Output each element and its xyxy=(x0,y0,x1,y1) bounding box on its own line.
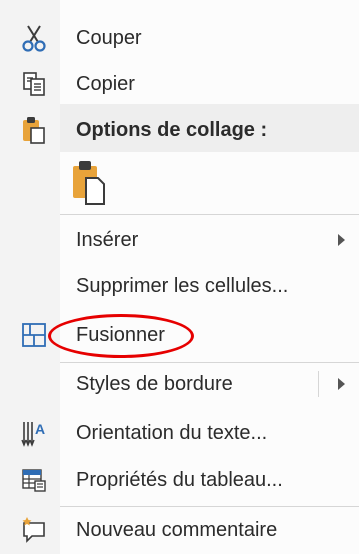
menu-item-label: Styles de bordure xyxy=(76,373,233,395)
context-menu: Couper Copier Options de collage: Insér… xyxy=(0,0,359,554)
copy-icon xyxy=(18,68,50,100)
menu-item-label: Insérer xyxy=(76,229,139,251)
table-properties-icon xyxy=(18,464,50,496)
text-direction-icon: A xyxy=(18,417,50,449)
menu-item-insert[interactable]: Insérer xyxy=(0,218,359,262)
separator xyxy=(60,214,359,215)
submenu-arrow-icon[interactable] xyxy=(338,378,345,390)
split-separator xyxy=(318,371,319,397)
paste-options-header: Options de collage : xyxy=(0,108,359,152)
separator xyxy=(60,506,359,507)
menu-item-label: Orientation du texte... xyxy=(76,422,268,444)
menu-item-table-properties[interactable]: Propriétés du tableau... xyxy=(0,458,359,502)
paste-icon xyxy=(18,114,50,146)
menu-item-label: Supprimer les cellules... xyxy=(76,275,289,297)
menu-item-copy[interactable]: Copier xyxy=(0,62,359,106)
paste-options-label: Options de collage : xyxy=(76,119,268,141)
scissors-icon xyxy=(18,22,50,54)
menu-item-cut[interactable]: Couper xyxy=(0,16,359,60)
menu-item-border-styles[interactable]: Styles de bordure xyxy=(0,362,359,406)
menu-item-new-comment[interactable]: Nouveau commentaire xyxy=(0,508,359,552)
submenu-arrow-icon xyxy=(338,234,345,246)
merge-cells-icon xyxy=(18,319,50,351)
svg-text:A: A xyxy=(35,421,45,437)
menu-item-delete-cells[interactable]: Supprimer les cellules... xyxy=(0,264,359,308)
paste-keep-source-icon[interactable] xyxy=(70,158,110,206)
menu-item-label: Nouveau commentaire xyxy=(76,519,278,541)
menu-item-label: Copier xyxy=(76,73,135,95)
menu-item-text-direction[interactable]: A Orientation du texte... xyxy=(0,411,359,455)
new-comment-icon xyxy=(18,514,50,546)
menu-item-label: Couper xyxy=(76,27,142,49)
menu-item-label: Propriétés du tableau... xyxy=(76,469,283,491)
annotation-oval xyxy=(48,314,194,358)
